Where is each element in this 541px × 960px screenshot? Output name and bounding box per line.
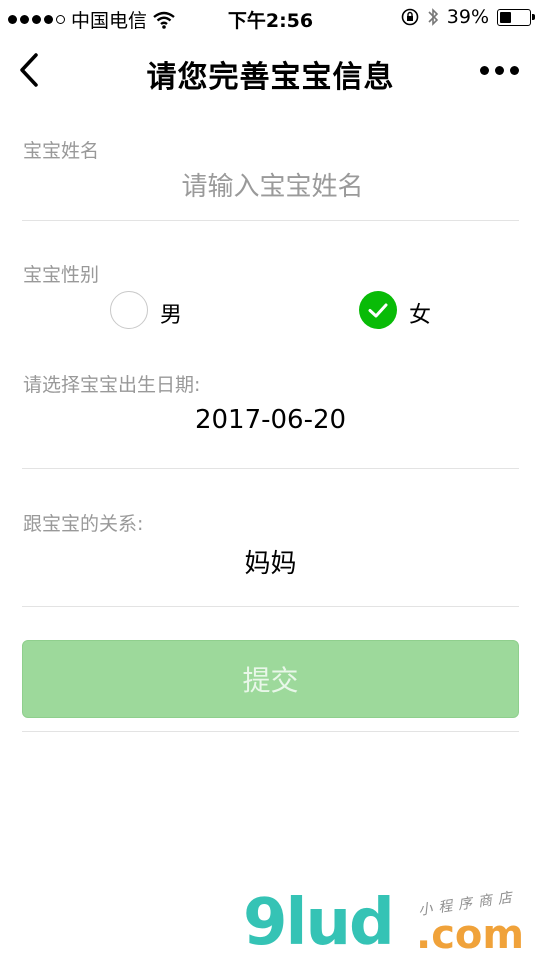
status-bar: 中国电信 下午2:56 39% xyxy=(0,0,541,36)
divider xyxy=(22,468,519,469)
birthdate-label: 请选择宝宝出生日期: xyxy=(23,374,201,396)
submit-button[interactable]: 提交 xyxy=(22,640,519,718)
gender-label: 宝宝性别 xyxy=(23,264,100,286)
battery-icon xyxy=(497,8,535,26)
checkmark-icon xyxy=(368,303,388,318)
relation-picker[interactable]: 妈妈 xyxy=(0,543,541,580)
gender-female-radio[interactable] xyxy=(359,291,397,329)
page-title: 请您完善宝宝信息 xyxy=(146,60,395,95)
gender-female-label[interactable]: 女 xyxy=(409,297,431,329)
status-right: 39% xyxy=(401,6,535,28)
divider xyxy=(22,606,519,607)
relation-label: 跟宝宝的关系: xyxy=(23,513,144,535)
baby-name-input[interactable] xyxy=(22,160,523,214)
battery-percent: 39% xyxy=(446,6,489,28)
gender-male-label[interactable]: 男 xyxy=(160,297,182,329)
orientation-lock-icon xyxy=(401,8,419,26)
divider xyxy=(22,731,519,732)
nav-bar: 请您完善宝宝信息 xyxy=(0,36,541,106)
more-options-icon[interactable] xyxy=(480,66,519,75)
birthdate-picker[interactable]: 2017-06-20 xyxy=(0,405,541,435)
name-label: 宝宝姓名 xyxy=(23,140,100,162)
watermark-logo: 9lud xyxy=(243,886,395,960)
bluetooth-icon xyxy=(428,8,438,26)
divider xyxy=(22,220,519,221)
watermark-domain: .com xyxy=(416,912,525,958)
gender-male-radio[interactable] xyxy=(110,291,148,329)
